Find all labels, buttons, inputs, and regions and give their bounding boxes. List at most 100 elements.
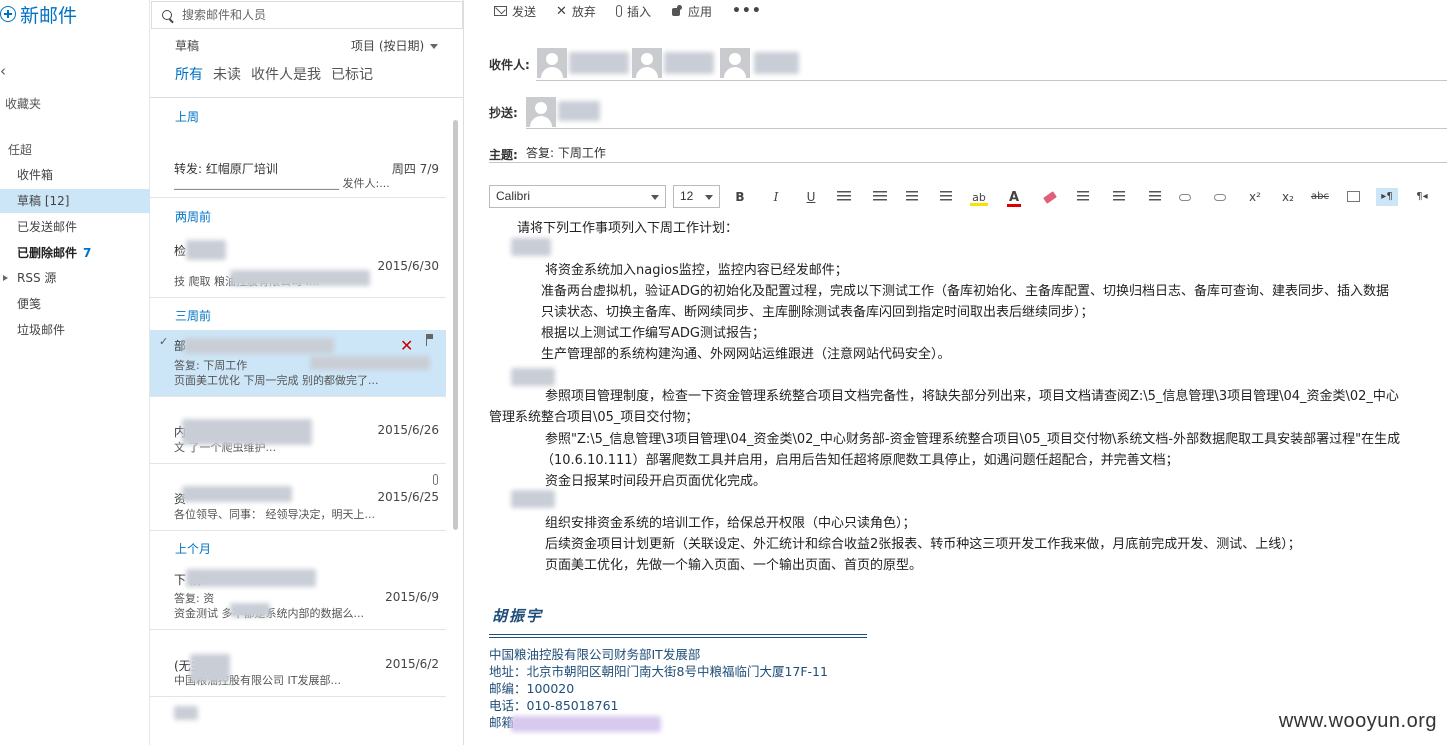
message-date: 2015/6/9 [385, 590, 439, 604]
redaction [182, 486, 292, 502]
align-center-icon [1113, 191, 1125, 203]
folder-label: 已发送邮件 [17, 220, 78, 234]
apps-button[interactable]: 应用 [671, 3, 712, 20]
image-icon [1346, 191, 1360, 202]
send-button[interactable]: 发送 [494, 3, 536, 20]
sort-dropdown[interactable]: 项目 (按日期) [351, 37, 439, 54]
highlight-button[interactable]: ab [968, 188, 990, 206]
message-date: 2015/6/26 [377, 423, 439, 437]
message-row[interactable]: 检 2015/6/30 技 爬取 粮油控股有限公司 I... [150, 232, 446, 298]
insert-image-button[interactable] [1342, 188, 1364, 206]
align-center-button[interactable] [1108, 188, 1130, 206]
folder-junk[interactable]: 垃圾邮件 [0, 318, 150, 342]
bold-button[interactable]: B [729, 188, 751, 206]
body-line: 生产管理部的系统构建沟通、外网网站运维跟进（注意网站代码安全）。 [541, 347, 951, 362]
redaction [754, 52, 799, 74]
send-icon [494, 6, 507, 16]
body-line: 准备两台虚拟机，验证ADG的初始化及配置过程，完成以下测试工作（备库初始化、主备… [541, 284, 1389, 299]
subject-input[interactable] [526, 145, 1326, 159]
folder-rss[interactable]: RSS 源 [0, 266, 150, 290]
message-row[interactable]: 资 2015/6/25 各位领导、同事： 经领导决定，明天上... [150, 464, 446, 531]
strikethrough-button[interactable]: abc [1309, 188, 1331, 206]
folder-inbox[interactable]: 收件箱 [0, 163, 150, 187]
message-row[interactable]: (无主 2015/6/2 中国粮油控股有限公司 IT发展部... [150, 630, 446, 697]
folder-sent[interactable]: 已发送邮件 [0, 215, 150, 239]
font-family-select[interactable]: Calibri [489, 185, 666, 208]
numbering-button[interactable] [869, 188, 891, 206]
folder-label: 草稿 [12] [17, 194, 70, 208]
body-line: 参照"Z:\5_信息管理\3项目管理\04_资金类\02_中心财务部-资金管理系… [545, 432, 1401, 447]
indent-icon [940, 191, 952, 203]
unread-count: 7 [83, 246, 92, 260]
outdent-icon [906, 191, 918, 203]
increase-indent-button[interactable] [935, 188, 957, 206]
message-row[interactable]: 下 前 2015/6/9 答复: 资 资金测试 多不都是系统内部的数据么... [150, 563, 446, 630]
message-row[interactable]: 转发: 红帽原厂培训 周四 7/9 ______________________… [150, 135, 446, 198]
avatar [526, 97, 556, 127]
underline-button[interactable]: U [800, 188, 822, 206]
message-row[interactable]: 内 2015/6/26 文 了一个爬虫维护... [150, 397, 446, 464]
flag-icon[interactable] [426, 334, 434, 346]
group-header: 上个月 [175, 542, 212, 556]
rtl-button[interactable]: ¶◂ [1411, 188, 1433, 206]
format-toolbar: Calibri 12 B I U ab A x² x₂ abc ▸¶ ¶◂ [489, 185, 1447, 209]
chevron-down-icon [430, 44, 439, 49]
filter-flagged[interactable]: 已标记 [331, 64, 373, 84]
message-list[interactable]: 上周 转发: 红帽原厂培训 周四 7/9 ___________________… [150, 97, 463, 745]
filter-to-me[interactable]: 收件人是我 [251, 64, 321, 84]
insert-button[interactable]: 插入 [615, 3, 651, 20]
folder-label: 收件箱 [17, 168, 54, 182]
check-icon: ✓ [159, 335, 169, 348]
ltr-button[interactable]: ▸¶ [1376, 188, 1398, 206]
favorites-header[interactable]: 收藏夹 [5, 95, 41, 112]
body-line: 管理系统整合项目\05_项目交付物； [489, 410, 699, 425]
filter-unread[interactable]: 未读 [213, 64, 241, 84]
search-box[interactable] [151, 1, 463, 29]
compose-pane: 发送 ✕ 放弃 插入 应用 ••• 收件人: 抄送: 主题: Calibri 12… [464, 0, 1447, 745]
signature-line: 邮编：100020 [489, 681, 575, 696]
message-body-editor[interactable]: 请将下列工作事项列入下周工作计划： 将资金系统加入nagios监控，监控内容已经… [489, 218, 1447, 745]
message-preview: ______________________________ 发件人:... [174, 177, 390, 190]
font-color-icon: A [1006, 190, 1022, 207]
unlink-icon [1214, 194, 1226, 201]
message-date: 2015/6/25 [377, 490, 439, 504]
align-right-button[interactable] [1144, 188, 1166, 206]
link-icon [1179, 194, 1191, 201]
insert-link-button[interactable] [1174, 188, 1196, 206]
italic-button[interactable]: I [765, 188, 787, 206]
subscript-button[interactable]: x₂ [1277, 188, 1299, 206]
list-scrollbar[interactable] [453, 120, 458, 530]
filter-all[interactable]: 所有 [175, 64, 203, 84]
superscript-button[interactable]: x² [1244, 188, 1266, 206]
redaction [511, 368, 555, 386]
avatar [720, 48, 750, 78]
expand-arrow-icon[interactable] [3, 275, 8, 281]
message-row-selected[interactable]: ✓ 部 ✕ 答复: 下周工作 页面美工优化 下周一完成 别的都做完了... [150, 330, 446, 397]
to-field[interactable] [536, 80, 1447, 81]
remove-link-button[interactable] [1209, 188, 1231, 206]
discard-button[interactable]: ✕ 放弃 [556, 3, 596, 20]
folder-drafts[interactable]: 草稿 [12] [0, 189, 150, 213]
signature-rule [489, 637, 867, 638]
new-mail-button[interactable]: 新邮件 [0, 0, 77, 28]
align-left-button[interactable] [1072, 188, 1094, 206]
delete-icon[interactable]: ✕ [400, 336, 413, 355]
font-size-value: 12 [680, 189, 694, 203]
clear-format-button[interactable] [1039, 188, 1061, 206]
folder-notes[interactable]: 便笺 [0, 292, 150, 316]
plus-circle-icon [0, 6, 16, 22]
search-input[interactable] [182, 8, 442, 22]
more-button[interactable]: ••• [732, 3, 762, 19]
body-line: 根据以上测试工作编写ADG测试报告； [541, 326, 765, 341]
decrease-indent-button[interactable] [901, 188, 923, 206]
folder-label: 垃圾邮件 [17, 323, 66, 337]
compose-toolbar: 发送 ✕ 放弃 插入 应用 ••• [494, 2, 762, 20]
cc-field[interactable] [526, 128, 1447, 129]
font-color-button[interactable]: A [1003, 188, 1025, 207]
attachment-icon [433, 474, 438, 485]
account-header[interactable]: 任超 [8, 141, 32, 158]
bullets-button[interactable] [833, 188, 855, 206]
collapse-nav-button[interactable]: ‹ [0, 62, 6, 80]
font-size-select[interactable]: 12 [673, 185, 720, 208]
folder-deleted[interactable]: 已删除邮件 7 [0, 241, 150, 265]
